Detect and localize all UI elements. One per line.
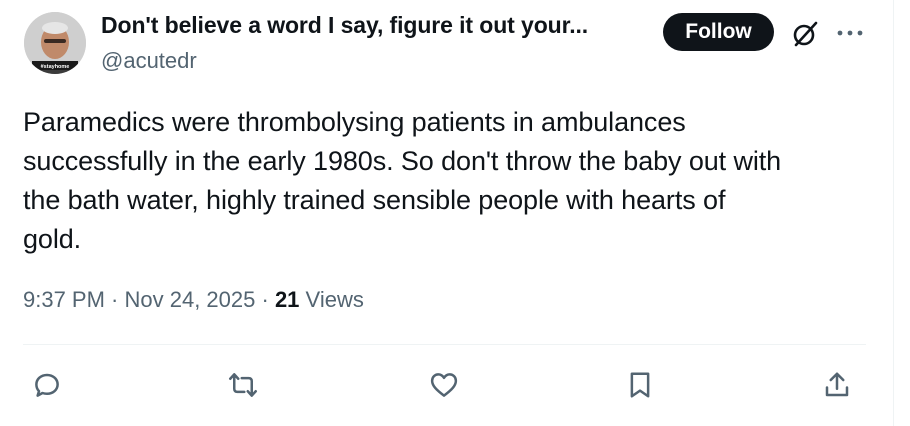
share-button[interactable] <box>820 368 854 402</box>
bookmark-button[interactable] <box>623 368 657 402</box>
avatar[interactable]: #stayhome <box>24 12 86 74</box>
tweet-meta: 9:37 PM · Nov 24, 2025 · 21 Views <box>23 287 364 313</box>
divider <box>23 344 866 345</box>
grok-icon[interactable] <box>791 20 819 48</box>
tweet-text: Paramedics were thrombolysing patients i… <box>23 107 782 254</box>
like-icon <box>430 373 458 397</box>
author-handle[interactable]: @acutedr <box>101 48 197 74</box>
follow-button[interactable]: Follow <box>663 13 774 51</box>
more-icon[interactable] <box>835 24 865 42</box>
views-label: Views <box>305 287 364 312</box>
reply-icon <box>35 373 59 397</box>
tweet-time[interactable]: 9:37 PM <box>23 287 105 312</box>
share-icon <box>825 372 849 397</box>
views-count: 21 <box>274 287 300 312</box>
author-display-name[interactable]: Don't believe a word I say, figure it ou… <box>101 12 588 39</box>
bookmark-icon <box>630 372 650 398</box>
retweet-button[interactable] <box>226 368 260 402</box>
like-button[interactable] <box>427 368 461 402</box>
meta-separator: · <box>255 287 275 312</box>
retweet-icon <box>229 373 257 397</box>
reply-button[interactable] <box>30 368 64 402</box>
timeline-border <box>893 0 894 426</box>
tweet-date[interactable]: Nov 24, 2025 <box>125 287 256 312</box>
svg-text:#stayhome: #stayhome <box>41 64 70 70</box>
avatar-image: #stayhome <box>24 12 86 74</box>
meta-separator: · <box>104 287 125 312</box>
